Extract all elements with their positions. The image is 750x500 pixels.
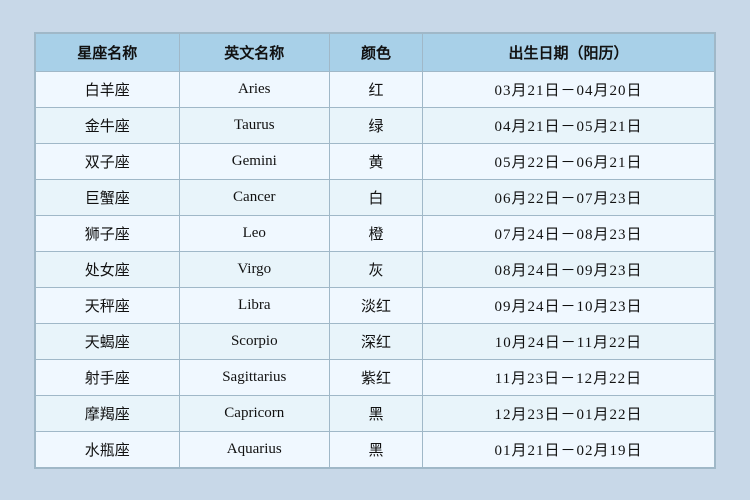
cell-dates: 05月22日－06月21日 [422,143,714,179]
col-header-chinese: 星座名称 [36,33,180,71]
col-header-color: 颜色 [330,33,423,71]
cell-english: Leo [179,215,330,251]
cell-chinese: 白羊座 [36,71,180,107]
cell-dates: 07月24日－08月23日 [422,215,714,251]
cell-color: 白 [330,179,423,215]
cell-chinese: 天秤座 [36,287,180,323]
cell-chinese: 金牛座 [36,107,180,143]
cell-english: Libra [179,287,330,323]
cell-color: 黄 [330,143,423,179]
cell-color: 黑 [330,395,423,431]
cell-chinese: 水瓶座 [36,431,180,467]
cell-color: 灰 [330,251,423,287]
table-row: 处女座Virgo灰08月24日－09月23日 [36,251,715,287]
table-row: 巨蟹座Cancer白06月22日－07月23日 [36,179,715,215]
table-row: 白羊座Aries红03月21日－04月20日 [36,71,715,107]
cell-color: 淡红 [330,287,423,323]
table-header-row: 星座名称 英文名称 颜色 出生日期（阳历） [36,33,715,71]
table-row: 双子座Gemini黄05月22日－06月21日 [36,143,715,179]
cell-color: 紫红 [330,359,423,395]
cell-chinese: 双子座 [36,143,180,179]
cell-english: Aries [179,71,330,107]
table-body: 白羊座Aries红03月21日－04月20日金牛座Taurus绿04月21日－0… [36,71,715,467]
cell-chinese: 巨蟹座 [36,179,180,215]
cell-chinese: 天蝎座 [36,323,180,359]
cell-color: 红 [330,71,423,107]
cell-dates: 06月22日－07月23日 [422,179,714,215]
table-row: 狮子座Leo橙07月24日－08月23日 [36,215,715,251]
table-row: 摩羯座Capricorn黑12月23日－01月22日 [36,395,715,431]
cell-english: Gemini [179,143,330,179]
cell-english: Scorpio [179,323,330,359]
table-row: 金牛座Taurus绿04月21日－05月21日 [36,107,715,143]
table-row: 天秤座Libra淡红09月24日－10月23日 [36,287,715,323]
table-row: 水瓶座Aquarius黑01月21日－02月19日 [36,431,715,467]
cell-english: Taurus [179,107,330,143]
cell-dates: 10月24日－11月22日 [422,323,714,359]
cell-english: Sagittarius [179,359,330,395]
cell-dates: 12月23日－01月22日 [422,395,714,431]
cell-chinese: 狮子座 [36,215,180,251]
table-row: 射手座Sagittarius紫红11月23日－12月22日 [36,359,715,395]
cell-english: Capricorn [179,395,330,431]
cell-color: 橙 [330,215,423,251]
cell-chinese: 摩羯座 [36,395,180,431]
cell-dates: 08月24日－09月23日 [422,251,714,287]
cell-chinese: 射手座 [36,359,180,395]
zodiac-table-container: 星座名称 英文名称 颜色 出生日期（阳历） 白羊座Aries红03月21日－04… [34,32,716,469]
col-header-english: 英文名称 [179,33,330,71]
col-header-dates: 出生日期（阳历） [422,33,714,71]
cell-dates: 01月21日－02月19日 [422,431,714,467]
cell-chinese: 处女座 [36,251,180,287]
cell-english: Cancer [179,179,330,215]
cell-dates: 09月24日－10月23日 [422,287,714,323]
cell-dates: 11月23日－12月22日 [422,359,714,395]
zodiac-table: 星座名称 英文名称 颜色 出生日期（阳历） 白羊座Aries红03月21日－04… [35,33,715,468]
cell-english: Aquarius [179,431,330,467]
cell-color: 黑 [330,431,423,467]
cell-color: 绿 [330,107,423,143]
cell-dates: 03月21日－04月20日 [422,71,714,107]
cell-dates: 04月21日－05月21日 [422,107,714,143]
cell-color: 深红 [330,323,423,359]
table-row: 天蝎座Scorpio深红10月24日－11月22日 [36,323,715,359]
cell-english: Virgo [179,251,330,287]
